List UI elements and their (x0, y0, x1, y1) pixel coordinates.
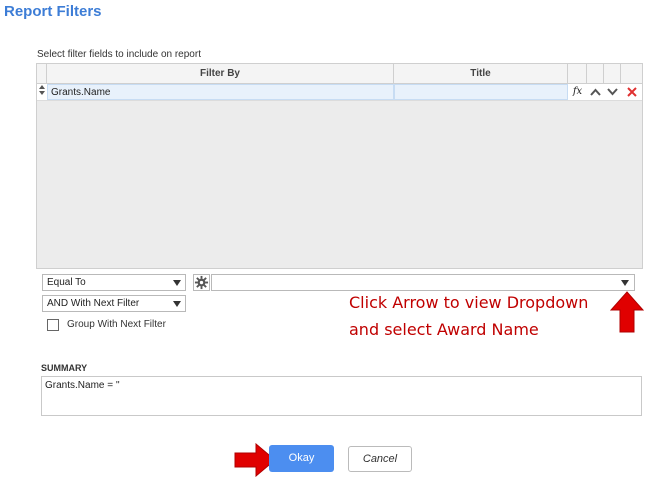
red-up-arrow-icon (610, 291, 644, 333)
column-header-filter-by[interactable]: Filter By (47, 64, 394, 83)
operator-value: Equal To (47, 277, 86, 288)
operator-select[interactable]: Equal To (42, 274, 186, 291)
header-spacer (621, 64, 642, 83)
function-icon[interactable]: fx (568, 84, 587, 100)
row-handle-header (37, 64, 47, 83)
summary-label: SUMMARY (41, 363, 88, 373)
group-checkbox[interactable] (47, 319, 59, 331)
filter-value (212, 280, 216, 291)
page-title: Report Filters (4, 3, 102, 20)
column-header-title[interactable]: Title (394, 64, 568, 83)
okay-button[interactable]: Okay (269, 445, 334, 472)
filter-value-select[interactable] (211, 274, 635, 291)
header-spacer (568, 64, 587, 83)
grid-header: Filter By Title (37, 64, 642, 84)
table-row[interactable]: Grants.Name fx (37, 84, 642, 101)
filter-instruction: Select filter fields to include on repor… (37, 49, 201, 60)
cancel-button[interactable]: Cancel (348, 446, 412, 472)
joiner-value: AND With Next Filter (47, 298, 140, 309)
reorder-handle-icon[interactable] (37, 84, 47, 100)
chevron-down-icon (173, 280, 181, 286)
title-cell[interactable] (394, 84, 568, 100)
joiner-select[interactable]: AND With Next Filter (42, 295, 186, 312)
header-spacer (587, 64, 604, 83)
move-up-icon[interactable] (587, 84, 604, 100)
group-checkbox-label[interactable]: Group With Next Filter (67, 319, 166, 330)
chevron-down-icon (173, 301, 181, 307)
move-down-icon[interactable] (604, 84, 621, 100)
filter-by-cell[interactable]: Grants.Name (47, 84, 394, 100)
gear-icon[interactable] (193, 274, 210, 291)
summary-text: Grants.Name = '' (41, 376, 642, 416)
delete-icon[interactable] (621, 84, 642, 100)
header-spacer (604, 64, 621, 83)
dropdown-arrow-icon[interactable] (621, 280, 629, 286)
annotation-line-1: Click Arrow to view Dropdown (349, 293, 589, 312)
filter-grid: Filter By Title Grants.Name fx (36, 63, 643, 269)
annotation-line-2: and select Award Name (349, 320, 539, 339)
